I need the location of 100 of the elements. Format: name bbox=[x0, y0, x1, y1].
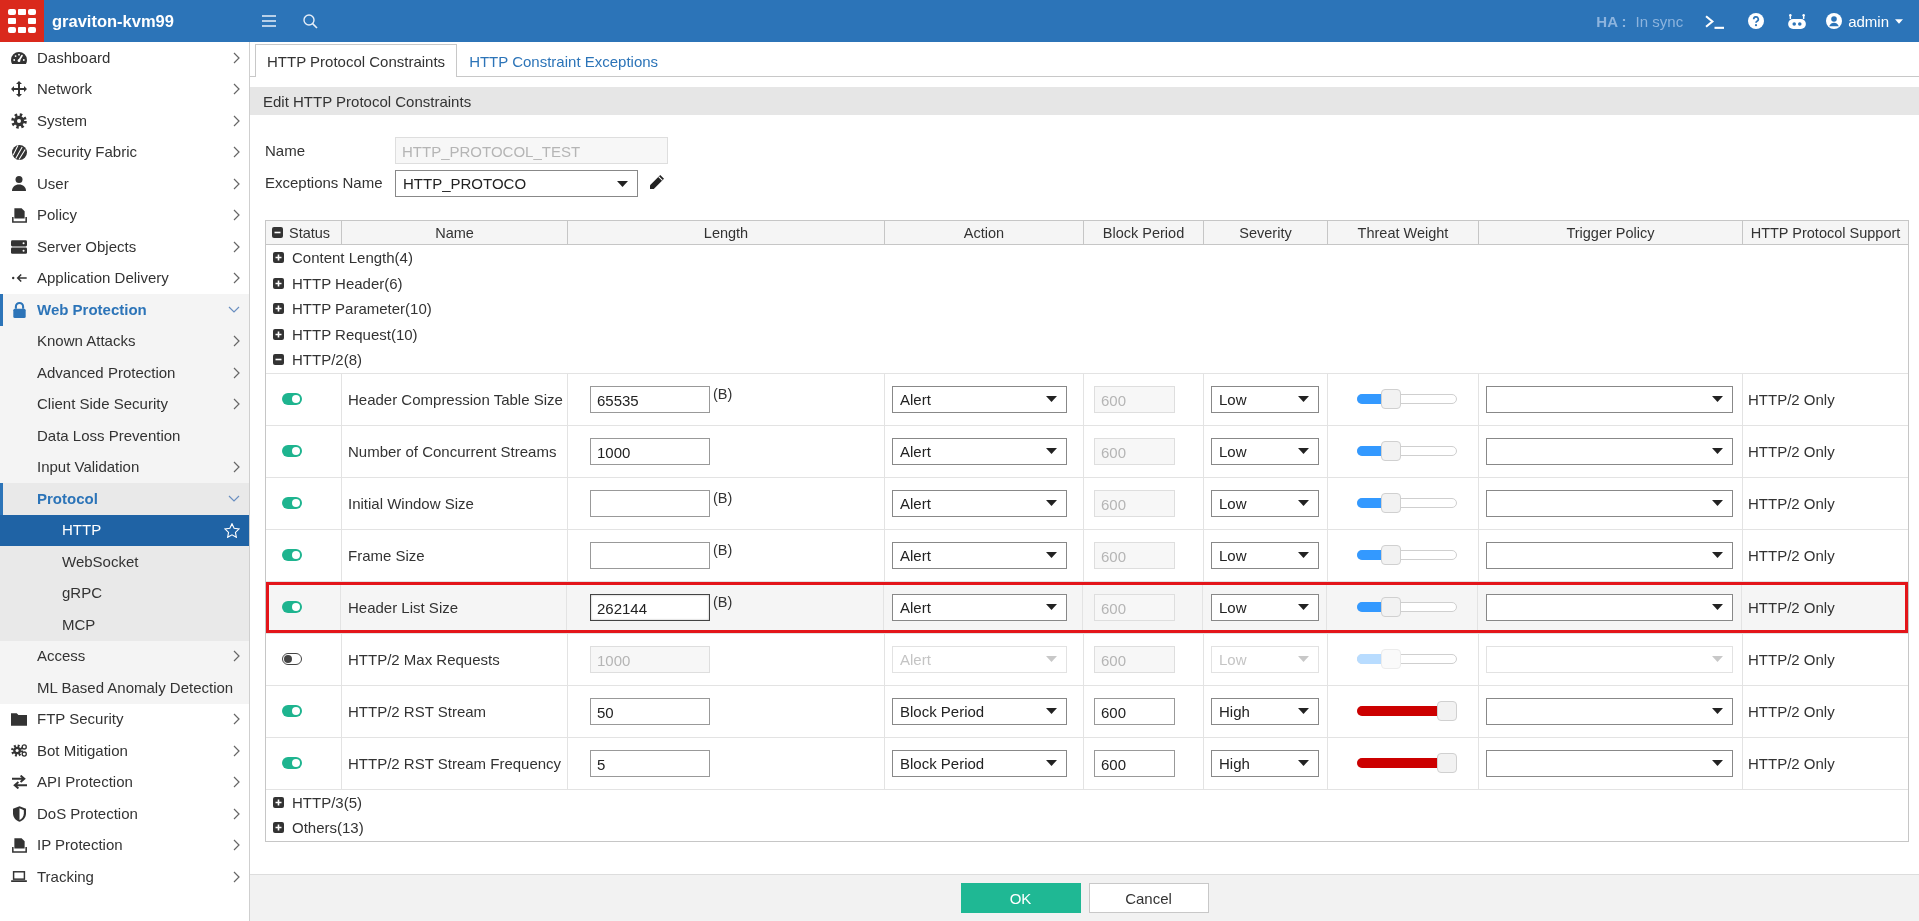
search-icon[interactable] bbox=[303, 13, 318, 29]
threat-weight-slider[interactable] bbox=[1357, 545, 1457, 565]
chevron-right-icon[interactable] bbox=[233, 650, 240, 663]
toggle-switch[interactable] bbox=[282, 705, 302, 717]
block-period-input[interactable]: 600 bbox=[1094, 749, 1175, 777]
chevron-right-icon[interactable] bbox=[233, 776, 240, 789]
star-icon[interactable] bbox=[224, 522, 240, 538]
chevron-right-icon[interactable] bbox=[233, 209, 240, 222]
group-label[interactable]: HTTP Request(10) bbox=[292, 325, 418, 343]
exceptions-dropdown[interactable]: HTTP_PROTOCO bbox=[395, 170, 638, 197]
threat-weight-slider[interactable] bbox=[1357, 649, 1457, 669]
trigger-policy-dropdown[interactable] bbox=[1486, 697, 1733, 725]
chevron-down-icon[interactable] bbox=[228, 306, 240, 314]
chevron-right-icon[interactable] bbox=[233, 114, 240, 127]
toggle-switch[interactable] bbox=[282, 497, 302, 509]
slider-handle[interactable] bbox=[1437, 753, 1457, 773]
sidebar-item[interactable]: WebSocket bbox=[0, 546, 249, 578]
toggle-switch[interactable] bbox=[282, 393, 302, 405]
action-dropdown[interactable]: Alert bbox=[892, 385, 1067, 413]
sidebar-item[interactable]: ML Based Anomaly Detection bbox=[0, 672, 249, 704]
menu-icon[interactable] bbox=[262, 15, 276, 27]
chevron-right-icon[interactable] bbox=[233, 839, 240, 852]
plus-square-icon[interactable] bbox=[273, 303, 284, 315]
sidebar-item[interactable]: MCP bbox=[0, 609, 249, 641]
threat-weight-slider[interactable] bbox=[1357, 389, 1457, 409]
chevron-right-icon[interactable] bbox=[233, 870, 240, 883]
group-label[interactable]: HTTP/3(5) bbox=[292, 793, 362, 811]
group-label[interactable]: Others(13) bbox=[292, 819, 364, 837]
chevron-right-icon[interactable] bbox=[233, 807, 240, 820]
sidebar-item[interactable]: Input Validation bbox=[0, 451, 249, 483]
toggle-switch[interactable] bbox=[282, 653, 302, 665]
chevron-right-icon[interactable] bbox=[233, 398, 240, 411]
toggle-switch[interactable] bbox=[282, 757, 302, 769]
length-input[interactable] bbox=[590, 489, 710, 517]
chevron-right-icon[interactable] bbox=[233, 744, 240, 757]
severity-dropdown[interactable]: Low bbox=[1211, 385, 1319, 413]
tab[interactable]: HTTP Constraint Exceptions bbox=[457, 45, 671, 77]
plus-square-icon[interactable] bbox=[273, 252, 284, 264]
user-menu[interactable]: admin bbox=[1826, 12, 1903, 30]
slider-handle[interactable] bbox=[1381, 597, 1401, 617]
severity-dropdown[interactable]: High bbox=[1211, 749, 1319, 777]
action-dropdown[interactable]: Alert bbox=[892, 437, 1067, 465]
threat-weight-slider[interactable] bbox=[1357, 441, 1457, 461]
terminal-icon[interactable] bbox=[1705, 13, 1725, 29]
slider-handle[interactable] bbox=[1381, 441, 1401, 461]
trigger-policy-dropdown[interactable] bbox=[1486, 749, 1733, 777]
severity-dropdown[interactable]: Low bbox=[1211, 437, 1319, 465]
slider-handle[interactable] bbox=[1381, 389, 1401, 409]
tab[interactable]: HTTP Protocol Constraints bbox=[255, 44, 458, 77]
action-dropdown[interactable]: Alert bbox=[892, 489, 1067, 517]
slider-handle[interactable] bbox=[1437, 701, 1457, 721]
slider-handle[interactable] bbox=[1381, 545, 1401, 565]
action-dropdown[interactable]: Block Period bbox=[892, 749, 1067, 777]
group-label[interactable]: HTTP Parameter(10) bbox=[292, 300, 432, 318]
sidebar-item[interactable]: Access bbox=[0, 640, 249, 672]
chevron-right-icon[interactable] bbox=[233, 272, 240, 285]
group-label[interactable]: HTTP/2(8) bbox=[292, 351, 362, 369]
length-input[interactable]: 65535 bbox=[590, 385, 710, 413]
plus-square-icon[interactable] bbox=[273, 796, 284, 808]
toggle-switch[interactable] bbox=[282, 601, 302, 613]
trigger-policy-dropdown[interactable] bbox=[1486, 593, 1733, 621]
chevron-right-icon[interactable] bbox=[233, 240, 240, 253]
severity-dropdown[interactable]: Low bbox=[1211, 541, 1319, 569]
chevron-right-icon[interactable] bbox=[233, 366, 240, 379]
pencil-icon[interactable] bbox=[650, 175, 664, 189]
chevron-right-icon[interactable] bbox=[233, 713, 240, 726]
length-input[interactable]: 1000 bbox=[590, 437, 710, 465]
trigger-policy-dropdown[interactable] bbox=[1486, 385, 1733, 413]
chevron-down-icon[interactable] bbox=[228, 495, 240, 503]
group-label[interactable]: Content Length(4) bbox=[292, 249, 413, 267]
plus-square-icon[interactable] bbox=[273, 822, 284, 834]
severity-dropdown[interactable]: Low bbox=[1211, 593, 1319, 621]
threat-weight-slider[interactable] bbox=[1357, 597, 1457, 617]
toggle-switch[interactable] bbox=[282, 445, 302, 457]
trigger-policy-dropdown[interactable] bbox=[1486, 489, 1733, 517]
action-dropdown[interactable]: Alert bbox=[892, 593, 1067, 621]
group-label[interactable]: HTTP Header(6) bbox=[292, 274, 403, 292]
action-dropdown[interactable]: Alert bbox=[892, 541, 1067, 569]
plus-square-icon[interactable] bbox=[273, 277, 284, 289]
severity-dropdown[interactable]: High bbox=[1211, 697, 1319, 725]
toggle-switch[interactable] bbox=[282, 549, 302, 561]
minus-square-icon[interactable] bbox=[272, 227, 283, 238]
sidebar-item[interactable]: gRPC bbox=[0, 577, 249, 609]
block-period-input[interactable]: 600 bbox=[1094, 697, 1175, 725]
sidebar-item[interactable]: Client Side Security bbox=[0, 388, 249, 420]
threat-weight-slider[interactable] bbox=[1357, 701, 1457, 721]
chevron-right-icon[interactable] bbox=[233, 83, 240, 96]
chevron-right-icon[interactable] bbox=[233, 146, 240, 159]
severity-dropdown[interactable]: Low bbox=[1211, 489, 1319, 517]
threat-weight-slider[interactable] bbox=[1357, 753, 1457, 773]
length-input[interactable]: 50 bbox=[590, 697, 710, 725]
trigger-policy-dropdown[interactable] bbox=[1486, 541, 1733, 569]
sidebar-item[interactable]: Protocol bbox=[0, 483, 249, 515]
sidebar-item[interactable]: HTTP bbox=[0, 514, 249, 546]
length-input[interactable]: 5 bbox=[590, 749, 710, 777]
trigger-policy-dropdown[interactable] bbox=[1486, 437, 1733, 465]
action-dropdown[interactable]: Block Period bbox=[892, 697, 1067, 725]
length-input[interactable]: 262144 bbox=[590, 593, 710, 621]
sidebar-item[interactable]: Data Loss Prevention bbox=[0, 420, 249, 452]
sidebar-item[interactable]: Web Protection bbox=[0, 294, 249, 326]
